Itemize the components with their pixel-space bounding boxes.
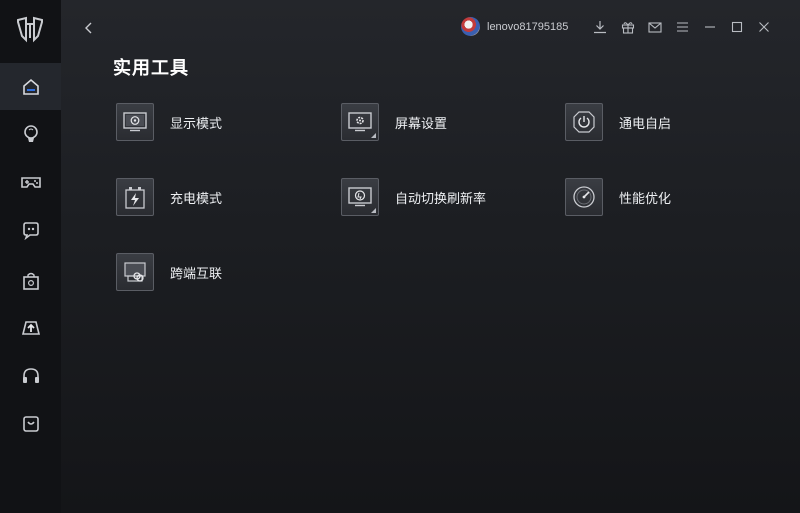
tool-label: 充电模式 <box>170 191 223 207</box>
minimize-button[interactable] <box>700 17 720 37</box>
home-icon <box>22 78 39 95</box>
minimize-icon <box>705 26 715 28</box>
chevron-left-icon <box>85 22 92 34</box>
close-button[interactable] <box>754 17 774 37</box>
title-bar: lenovo81795185 <box>61 0 800 56</box>
close-icon <box>759 22 769 32</box>
app-logo <box>14 14 46 46</box>
tool-label: 性能优化 <box>619 191 672 207</box>
sidebar <box>0 0 62 513</box>
upload-icon <box>21 320 40 335</box>
sidebar-item-store[interactable] <box>0 257 61 304</box>
gift-icon <box>621 22 635 34</box>
page-title: 实用工具 <box>113 58 189 79</box>
bag-icon <box>22 272 39 290</box>
sidebar-item-shop[interactable] <box>0 400 61 447</box>
tool-label: 屏幕设置 <box>395 116 448 132</box>
sidebar-item-headset[interactable] <box>0 352 61 399</box>
tool-screen-settings[interactable]: 屏幕设置 <box>341 103 447 141</box>
sidebar-item-lighting[interactable] <box>0 110 61 157</box>
avatar <box>461 17 480 36</box>
back-button[interactable] <box>79 18 99 38</box>
tool-label: 自动切换刷新率 <box>395 191 487 207</box>
cross-device-icon <box>116 253 154 291</box>
screen-settings-icon <box>341 103 379 141</box>
sidebar-item-game[interactable] <box>0 158 61 205</box>
tool-charge-mode[interactable]: 充电模式 <box>116 178 222 216</box>
maximize-button[interactable] <box>727 17 747 37</box>
bulb-icon <box>23 124 38 142</box>
tool-power-on[interactable]: 通电自启 <box>565 103 671 141</box>
sidebar-item-upload[interactable] <box>0 304 61 351</box>
gift-button[interactable] <box>618 17 638 37</box>
charge-mode-icon <box>116 178 154 216</box>
tool-label: 显示模式 <box>170 116 223 132</box>
main-content: lenovo81795185 实用工具 显示模式 屏幕设置 通电自启 充电模式 … <box>61 0 800 513</box>
user-account[interactable]: lenovo81795185 <box>461 17 568 36</box>
power-on-icon <box>565 103 603 141</box>
sidebar-item-chat[interactable] <box>0 206 61 253</box>
chat-icon <box>22 221 39 240</box>
gamepad-icon <box>20 176 41 188</box>
tool-refresh-rate[interactable]: 自动切换刷新率 <box>341 178 486 216</box>
corner-indicator-icon <box>371 208 376 213</box>
menu-button[interactable] <box>672 17 692 37</box>
mail-icon <box>648 22 662 33</box>
maximize-icon <box>731 21 743 33</box>
download-icon <box>594 21 606 34</box>
shop-icon <box>22 415 39 432</box>
tool-cross-device[interactable]: 跨端互联 <box>116 253 222 291</box>
menu-icon <box>676 22 688 32</box>
download-button[interactable] <box>590 17 610 37</box>
refresh-rate-icon <box>341 178 379 216</box>
tool-label: 通电自启 <box>619 116 672 132</box>
display-mode-icon <box>116 103 154 141</box>
corner-indicator-icon <box>371 133 376 138</box>
performance-icon <box>565 178 603 216</box>
mail-button[interactable] <box>645 17 665 37</box>
tool-performance[interactable]: 性能优化 <box>565 178 671 216</box>
headset-icon <box>22 367 39 383</box>
sidebar-item-home[interactable] <box>0 63 61 110</box>
username: lenovo81795185 <box>487 20 569 33</box>
tool-label: 跨端互联 <box>170 266 223 282</box>
tool-display-mode[interactable]: 显示模式 <box>116 103 222 141</box>
